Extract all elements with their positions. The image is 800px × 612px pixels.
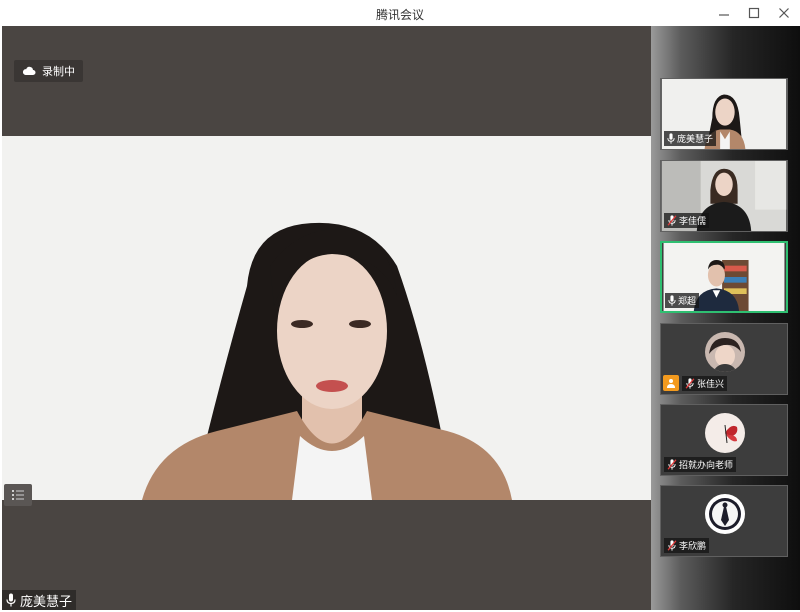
list-icon [12,490,24,500]
participant-tile-active[interactable]: 郑超 [660,241,788,313]
participant-tile[interactable]: 李佳儒 [660,160,788,232]
minimize-icon [719,14,729,16]
avatar-image [705,494,745,534]
participant-tile[interactable]: 招就办向老师 [660,404,788,476]
avatar-image [705,413,745,453]
participant-label: 招就办向老师 [664,457,737,472]
microphone-icon [668,295,676,306]
speaker-video-frame [2,136,651,500]
participant-name: 郑超 [678,297,697,307]
maximize-icon [748,7,760,19]
microphone-muted-icon [667,540,677,551]
window-title: 腾讯会议 [375,8,424,22]
microphone-muted-icon [667,459,677,470]
maximize-button[interactable] [746,4,762,22]
avatar-image [705,332,745,372]
participant-tile[interactable]: 张佳兴 [660,323,788,395]
avatar [705,494,745,534]
participant-tile[interactable]: 李欣鹏 [660,485,788,557]
speaker-video [2,136,651,500]
avatar [705,332,745,372]
participant-label: 李欣鹏 [664,538,710,553]
microphone-icon [6,593,16,607]
participant-name: 张佳兴 [697,380,725,390]
participant-tile[interactable]: 庞美慧子 [660,78,788,150]
recording-indicator[interactable]: 录制中 [14,60,83,82]
list-toggle-button[interactable] [4,484,32,506]
cloud-icon [22,66,36,75]
main-video-stage: 录制中 庞美慧子 [2,26,651,610]
participant-name: 李佳儒 [679,217,707,227]
microphone-muted-icon [667,215,677,226]
user-icon [667,379,675,388]
title-bar: 腾讯会议 [0,0,800,26]
participant-label: 庞美慧子 [664,131,717,146]
participant-name: 庞美慧子 [677,135,714,145]
host-badge [663,375,679,391]
participant-sidebar: 庞美慧子 李佳儒 郑超 张佳兴 招就办向老师 李欣鹏 [651,26,800,610]
participant-label: 郑超 [665,293,700,308]
speaker-name: 庞美慧子 [20,594,73,610]
participant-name: 招就办向老师 [679,461,734,471]
close-button[interactable] [776,4,792,22]
recording-label: 录制中 [42,65,75,78]
minimize-button[interactable] [716,4,732,22]
microphone-muted-icon [685,378,695,389]
participant-label: 张佳兴 [682,376,728,391]
avatar [705,413,745,453]
participant-label: 李佳儒 [664,213,710,228]
close-icon [779,8,789,18]
participant-name: 李欣鹏 [679,542,707,552]
speaker-name-bar: 庞美慧子 [2,590,77,610]
microphone-icon [667,133,675,144]
